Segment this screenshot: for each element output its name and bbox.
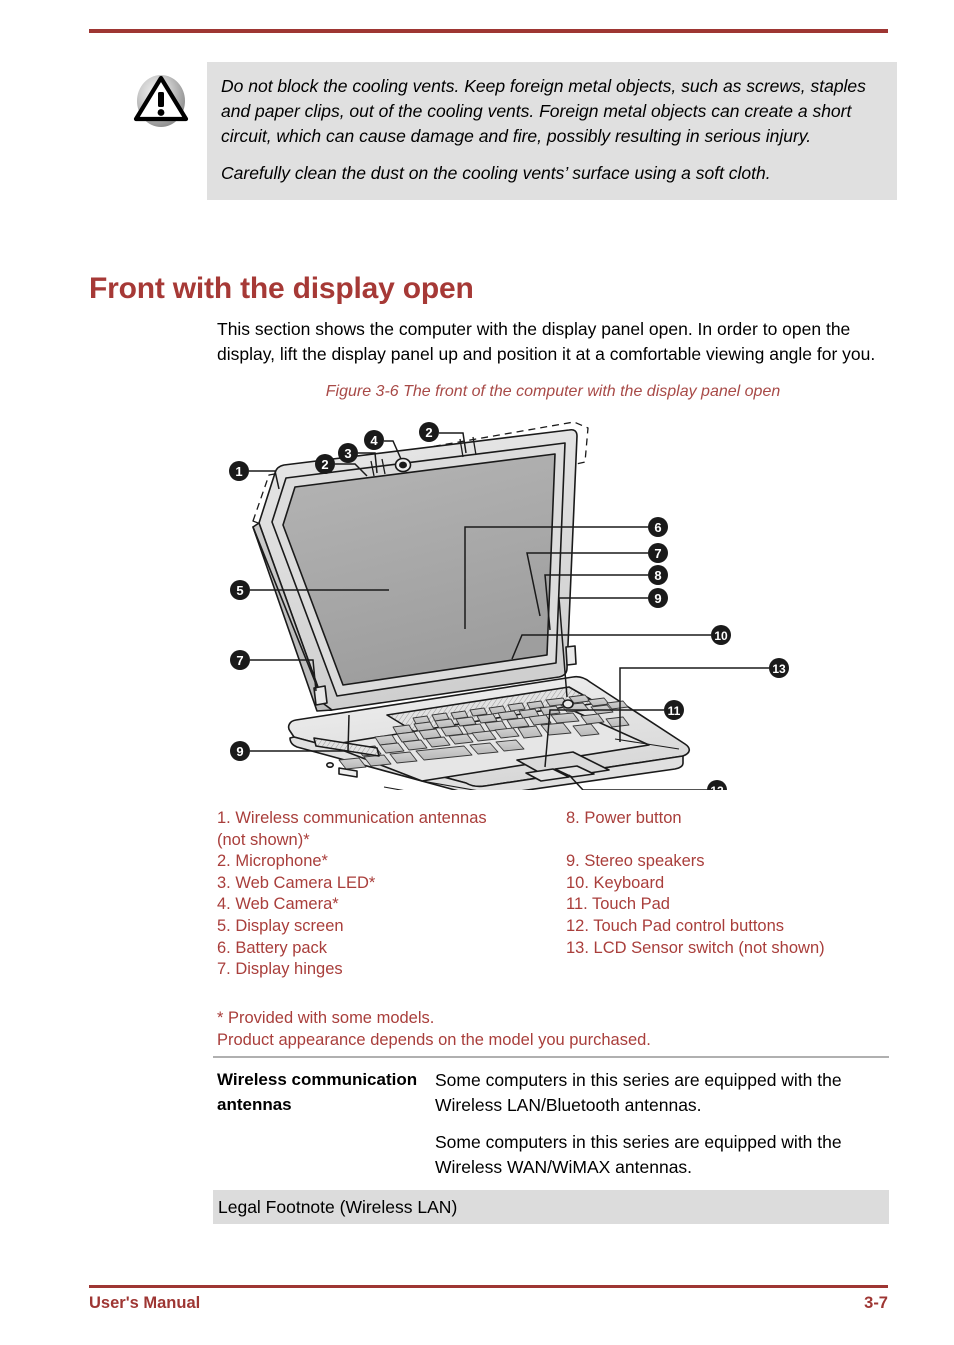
warning-triangle-icon <box>130 70 192 132</box>
svg-text:5: 5 <box>236 583 243 598</box>
legend-column-left: 1. Wireless communication antennas (not … <box>217 808 547 981</box>
svg-text:4: 4 <box>370 433 378 448</box>
svg-text:3: 3 <box>344 446 351 461</box>
legend-item-13: 13. LCD Sensor switch (not shown) <box>566 938 825 957</box>
figure-footnotes: * Provided with some models. Product app… <box>217 1007 889 1051</box>
svg-text:2: 2 <box>425 425 432 440</box>
footer-page-number: 3-7 <box>864 1294 888 1312</box>
legend-item-9: 9. Stereo speakers <box>566 852 705 871</box>
definition-description: Some computers in this series are equipp… <box>435 1068 889 1180</box>
intro-paragraph: This section shows the computer with the… <box>217 318 876 365</box>
svg-text:9: 9 <box>236 744 243 759</box>
svg-text:7: 7 <box>236 653 243 668</box>
legend-item-2: 2. Microphone* <box>217 852 328 871</box>
footnote-line-1: * Provided with some models. <box>217 1009 435 1027</box>
svg-text:12: 12 <box>710 784 724 790</box>
svg-text:6: 6 <box>654 520 661 535</box>
legal-footnote-label: Legal Footnote (Wireless LAN) <box>218 1196 458 1217</box>
svg-text:2: 2 <box>321 457 328 472</box>
table-row: Wireless communication antennas Some com… <box>213 1058 889 1192</box>
caution-text-box: Do not block the cooling vents. Keep for… <box>207 62 897 200</box>
caution-paragraph-2: Carefully clean the dust on the cooling … <box>221 163 771 183</box>
legend-item-1: 1. Wireless communication antennas (not … <box>217 809 487 849</box>
legend-item-4: 4. Web Camera* <box>217 895 339 914</box>
caution-paragraph-1: Do not block the cooling vents. Keep for… <box>221 76 866 146</box>
svg-text:8: 8 <box>654 568 661 583</box>
footer-manual-label: User's Manual <box>89 1294 201 1312</box>
page-title: Front with the display open <box>89 272 474 306</box>
figure-caption: Figure 3-6 The front of the computer wit… <box>325 383 781 400</box>
legend-item-7: 7. Display hinges <box>217 960 343 979</box>
svg-text:13: 13 <box>772 662 786 676</box>
legend-spacer <box>566 830 886 852</box>
page-header-rule <box>89 29 888 33</box>
legend-column-right: 8. Power button 9. Stereo speakers 10. K… <box>566 808 886 959</box>
legend-item-8: 8. Power button <box>566 809 682 827</box>
definition-description-2: Some computers in this series are equipp… <box>435 1132 842 1177</box>
svg-text:10: 10 <box>714 629 728 643</box>
svg-text:11: 11 <box>668 704 681 718</box>
definition-table: Wireless communication antennas Some com… <box>213 1056 889 1194</box>
definition-term: Wireless communication antennas <box>217 1070 418 1114</box>
legend-item-3: 3. Web Camera LED* <box>217 873 376 892</box>
footnote-line-2: Product appearance depends on the model … <box>217 1031 651 1049</box>
laptop-diagram: 1 2 3 4 2 5 6 7 8 9 10 7 9 11 12 13 <box>217 415 889 790</box>
legend-item-6: 6. Battery pack <box>217 938 328 957</box>
legal-footnote-band: Legal Footnote (Wireless LAN) <box>213 1190 889 1224</box>
definition-description-1: Some computers in this series are equipp… <box>435 1070 842 1115</box>
legend-item-10: 10. Keyboard <box>566 873 665 892</box>
page-footer-rule <box>89 1285 888 1288</box>
svg-text:7: 7 <box>654 546 661 561</box>
legend-item-12: 12. Touch Pad control buttons <box>566 916 785 935</box>
page-footer: User's Manual 3-7 <box>89 1294 888 1318</box>
svg-text:9: 9 <box>654 591 661 606</box>
legend-item-11: 11. Touch Pad <box>566 895 670 914</box>
legend-item-5: 5. Display screen <box>217 916 344 935</box>
svg-text:1: 1 <box>235 464 242 479</box>
